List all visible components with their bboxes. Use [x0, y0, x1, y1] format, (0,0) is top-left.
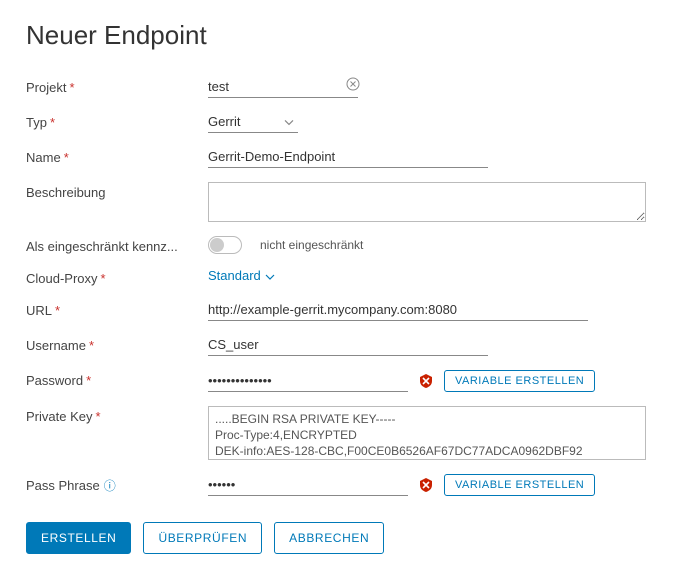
description-textarea[interactable]: [208, 182, 646, 222]
row-restricted: Als eingeschränkt kennz... nicht eingesc…: [26, 236, 662, 254]
row-type: Typ*: [26, 112, 662, 133]
row-url: URL*: [26, 300, 662, 321]
label-name: Name*: [26, 147, 208, 165]
url-input[interactable]: [208, 300, 588, 321]
required-mark: *: [64, 150, 69, 165]
row-description: Beschreibung: [26, 182, 662, 222]
name-input[interactable]: [208, 147, 488, 168]
row-private-key: Private Key*: [26, 406, 662, 460]
clear-project-icon[interactable]: [346, 77, 360, 96]
cloud-proxy-select[interactable]: Standard: [208, 268, 275, 283]
password-input[interactable]: [208, 371, 408, 392]
create-button[interactable]: ERSTELLEN: [26, 522, 131, 554]
required-mark: *: [69, 80, 74, 95]
form: Projekt* Typ* Name*: [26, 77, 662, 496]
label-restricted: Als eingeschränkt kennz...: [26, 236, 208, 254]
error-icon: [418, 373, 434, 389]
required-mark: *: [89, 338, 94, 353]
create-variable-password-button[interactable]: VARIABLE ERSTELLEN: [444, 370, 595, 392]
required-mark: *: [101, 271, 106, 286]
label-type: Typ*: [26, 112, 208, 130]
footer-actions: ERSTELLEN ÜBERPRÜFEN ABBRECHEN: [26, 522, 662, 554]
restricted-toggle[interactable]: [208, 236, 242, 254]
label-private-key: Private Key*: [26, 406, 208, 424]
label-cloud-proxy: Cloud-Proxy*: [26, 268, 208, 286]
label-pass-phrase: Pass Phraseⓘ: [26, 474, 208, 494]
label-url: URL*: [26, 300, 208, 318]
page-title: Neuer Endpoint: [26, 20, 662, 51]
project-input[interactable]: [208, 77, 358, 98]
pass-phrase-input[interactable]: [208, 475, 408, 496]
row-cloud-proxy: Cloud-Proxy* Standard: [26, 268, 662, 286]
private-key-textarea[interactable]: [208, 406, 646, 460]
username-input[interactable]: [208, 335, 488, 356]
row-password: Password* VARIABLE ERSTELLEN: [26, 370, 662, 392]
cancel-button[interactable]: ABBRECHEN: [274, 522, 384, 554]
required-mark: *: [55, 303, 60, 318]
row-name: Name*: [26, 147, 662, 168]
row-pass-phrase: Pass Phraseⓘ VARIABLE ERSTELLEN: [26, 474, 662, 496]
row-project: Projekt*: [26, 77, 662, 98]
row-username: Username*: [26, 335, 662, 356]
error-icon: [418, 477, 434, 493]
type-select[interactable]: [208, 112, 298, 133]
label-password: Password*: [26, 370, 208, 388]
info-icon[interactable]: ⓘ: [104, 479, 116, 493]
label-project: Projekt*: [26, 77, 208, 95]
chevron-down-icon: [265, 268, 275, 283]
create-variable-passphrase-button[interactable]: VARIABLE ERSTELLEN: [444, 474, 595, 496]
required-mark: *: [50, 115, 55, 130]
required-mark: *: [86, 373, 91, 388]
label-username: Username*: [26, 335, 208, 353]
label-description: Beschreibung: [26, 182, 208, 200]
required-mark: *: [95, 409, 100, 424]
validate-button[interactable]: ÜBERPRÜFEN: [143, 522, 262, 554]
restricted-state-label: nicht eingeschränkt: [260, 238, 363, 252]
